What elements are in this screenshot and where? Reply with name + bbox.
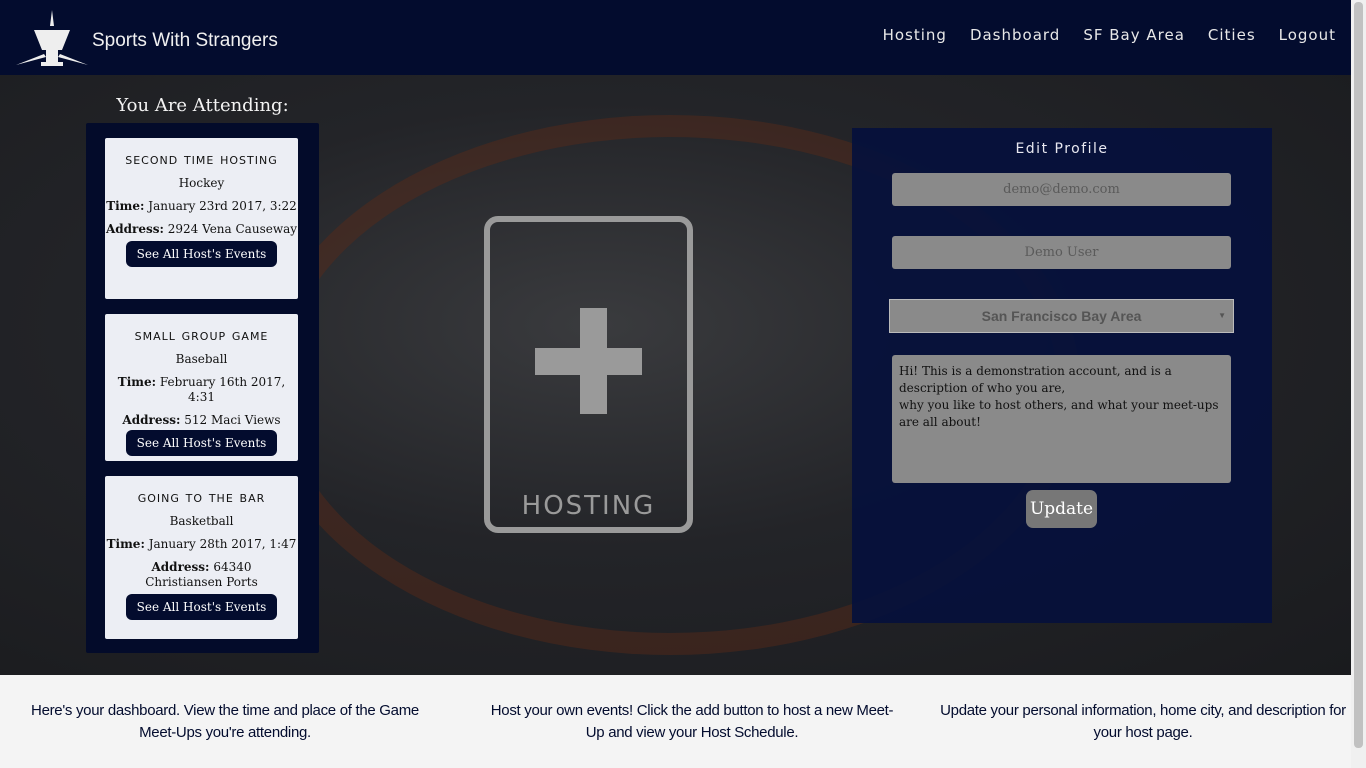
- event-card: Second Time Hosting Hockey Time: January…: [105, 138, 298, 299]
- footer: Here's your dashboard. View the time and…: [0, 675, 1351, 768]
- event-title: Going to the Bar: [137, 488, 266, 506]
- city-value: San Francisco Bay Area: [981, 308, 1142, 324]
- see-host-events-button[interactable]: See All Host's Events: [125, 594, 278, 620]
- plus-icon-bar: [535, 348, 642, 375]
- city-select[interactable]: San Francisco Bay Area ▼: [889, 299, 1234, 333]
- trophy-icon: [16, 10, 88, 66]
- footer-profile-text: Update your personal information, home c…: [940, 702, 1346, 741]
- see-host-events-button[interactable]: See All Host's Events: [125, 430, 278, 456]
- event-sport: Basketball: [169, 514, 234, 528]
- event-sport: Baseball: [175, 352, 228, 366]
- event-address: 2924 Vena Causeway: [167, 222, 298, 236]
- dashboard-main: You Are Attending: Second Time Hosting H…: [0, 75, 1351, 675]
- event-address: 512 Maci Views: [184, 413, 281, 427]
- scrollbar[interactable]: [1351, 0, 1366, 768]
- nav-sf-bay-area[interactable]: SF Bay Area: [1083, 26, 1185, 44]
- address-label: Address:: [151, 560, 210, 574]
- event-title: Second Time Hosting: [125, 150, 278, 168]
- footer-hosting-text: Host your own events! Click the add butt…: [490, 702, 894, 741]
- description-textarea[interactable]: Hi! This is a demonstration account, and…: [892, 355, 1231, 483]
- name-field[interactable]: Demo User: [892, 236, 1231, 269]
- time-label: Time:: [106, 537, 145, 551]
- event-time: February 16th 2017, 4:31: [159, 375, 286, 404]
- edit-profile-title: Edit Profile: [1015, 141, 1109, 157]
- attending-title: You Are Attending:: [116, 95, 289, 116]
- event-sport: Hockey: [178, 176, 225, 190]
- event-time: January 23rd 2017, 3:22: [148, 199, 297, 213]
- scrollbar-thumb[interactable]: [1354, 2, 1363, 748]
- event-card: Going to the Bar Basketball Time: Januar…: [105, 476, 298, 639]
- edit-profile-panel: Edit Profile demo@demo.com Demo User San…: [852, 128, 1272, 623]
- attending-panel: Second Time Hosting Hockey Time: January…: [86, 123, 319, 653]
- nav-hosting[interactable]: Hosting: [883, 26, 947, 44]
- address-label: Address:: [122, 413, 181, 427]
- event-card: Small Group Game Baseball Time: February…: [105, 314, 298, 461]
- time-label: Time:: [106, 199, 145, 213]
- add-hosting-button[interactable]: HOSTING: [484, 216, 693, 533]
- address-label: Address:: [105, 222, 164, 236]
- navbar: Sports With Strangers Hosting Dashboard …: [0, 0, 1351, 75]
- hosting-label: HOSTING: [521, 491, 656, 521]
- see-host-events-button[interactable]: See All Host's Events: [125, 241, 278, 267]
- nav-cities[interactable]: Cities: [1208, 26, 1256, 44]
- brand-name: Sports With Strangers: [92, 30, 278, 51]
- event-time: January 28th 2017, 1:47: [148, 537, 297, 551]
- logo[interactable]: Sports With Strangers: [16, 8, 278, 68]
- update-button[interactable]: Update: [1026, 490, 1097, 528]
- email-field[interactable]: demo@demo.com: [892, 173, 1231, 206]
- dropdown-caret-icon: ▼: [1218, 311, 1226, 320]
- footer-dashboard-text: Here's your dashboard. View the time and…: [31, 702, 419, 741]
- time-label: Time:: [117, 375, 157, 389]
- event-title: Small Group Game: [134, 326, 269, 344]
- nav-dashboard[interactable]: Dashboard: [970, 26, 1060, 44]
- nav-logout[interactable]: Logout: [1279, 26, 1336, 44]
